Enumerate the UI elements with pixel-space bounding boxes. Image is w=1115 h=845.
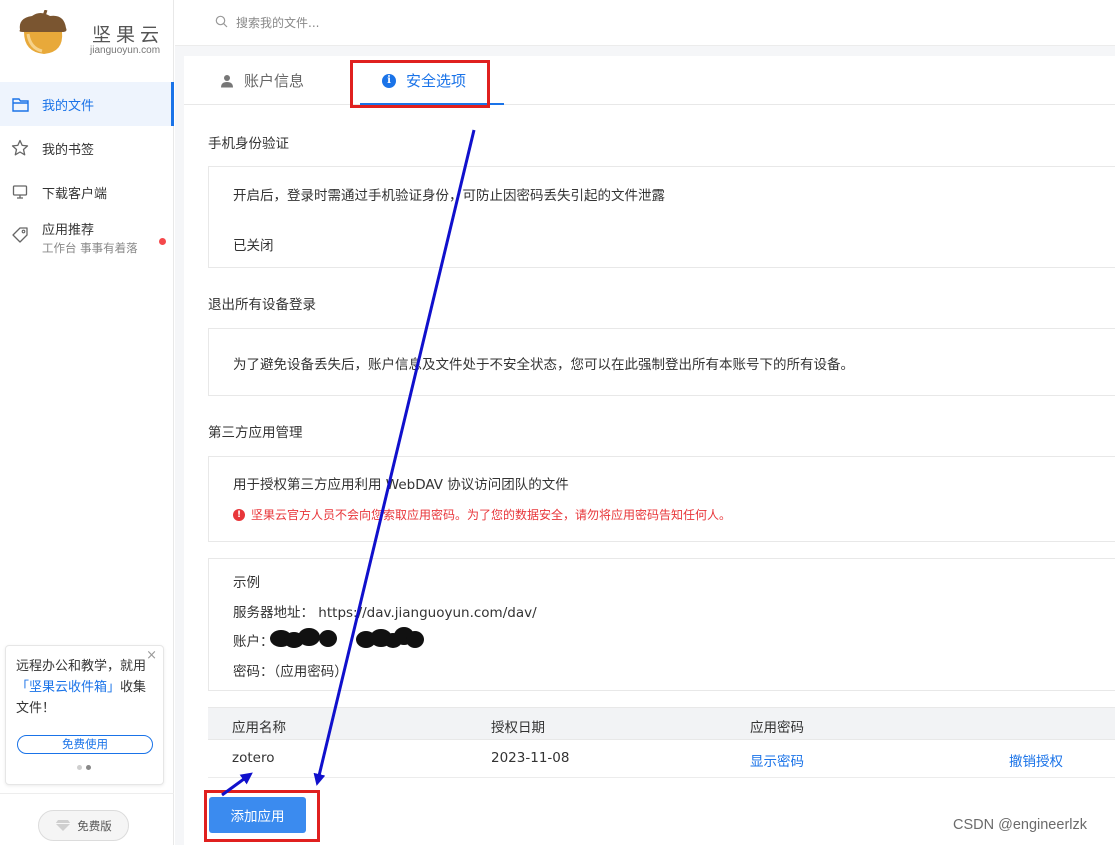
section-title-third-party: 第三方应用管理	[208, 425, 303, 441]
phone-verification-card: 开启后，登录时需通过手机验证身份，可防止因密码丢失引起的文件泄露 已关闭	[208, 166, 1115, 268]
watermark: CSDN @engineerlzk	[953, 817, 1087, 833]
carousel-dots[interactable]	[77, 765, 91, 770]
tab-bar: 账户信息 i 安全选项	[184, 56, 1115, 105]
notification-dot	[159, 238, 166, 245]
sidebar-item-label: 我的书签	[42, 142, 95, 158]
search-icon	[215, 15, 228, 31]
col-header-app-password: 应用密码	[750, 720, 804, 736]
app-name-cell: zotero	[232, 750, 275, 766]
plan-label: 免费版	[77, 818, 112, 833]
alert-icon: !	[233, 508, 245, 521]
server-address-row: 服务器地址： https://dav.jianguoyun.com/dav/	[233, 605, 537, 621]
monitor-icon	[10, 182, 30, 202]
tab-account-info[interactable]: 账户信息	[220, 70, 304, 91]
promo-text: 远程办公和教学，就用「坚果云收件箱」收集文件！	[16, 659, 147, 716]
sidebar-item-label: 应用推荐	[42, 223, 95, 238]
server-address-value: https://dav.jianguoyun.com/dav/	[318, 605, 537, 621]
section-title-logout-all: 退出所有设备登录	[208, 297, 316, 313]
example-title: 示例	[233, 575, 260, 591]
col-header-auth-date: 授权日期	[491, 720, 545, 736]
free-use-button[interactable]: 免费使用	[17, 735, 153, 754]
sidebar-item-sublabel: 工作台 事事有着落	[42, 241, 138, 255]
top-bar: 搜索我的文件...	[175, 0, 1115, 46]
logo-text: 坚果云	[92, 24, 165, 46]
security-warning: ! 坚果云官方人员不会向您索取应用密码。为了您的数据安全，请勿将应用密码告知任何…	[233, 506, 731, 523]
plan-button[interactable]: 免费版	[38, 810, 129, 841]
logout-all-desc: 为了避免设备丢失后，账户信息及文件处于不安全状态，您可以在此强制登出所有本账号下…	[233, 357, 854, 373]
sidebar-nav: 我的文件 我的书签 下载客户端 应用推荐 工作台 事事有着落	[0, 82, 174, 264]
diamond-icon	[55, 819, 71, 832]
phone-status: 已关闭	[233, 238, 274, 254]
sidebar-item-label: 我的文件	[42, 98, 95, 114]
sidebar-item-app-recommend[interactable]: 应用推荐 工作台 事事有着落	[0, 214, 174, 264]
sidebar-item-bookmarks[interactable]: 我的书签	[0, 126, 174, 170]
sidebar-footer: 免费版	[0, 793, 174, 845]
sidebar-item-label: 下载客户端	[42, 186, 108, 202]
search-input[interactable]: 搜索我的文件...	[236, 14, 319, 31]
logout-all-card[interactable]: 为了避免设备丢失后，账户信息及文件处于不安全状态，您可以在此强制登出所有本账号下…	[208, 328, 1115, 396]
tab-label: 账户信息	[244, 72, 305, 90]
sidebar-item-my-files[interactable]: 我的文件	[0, 82, 174, 126]
show-password-link[interactable]: 显示密码	[750, 750, 804, 770]
user-icon	[220, 74, 234, 88]
folder-icon	[10, 94, 30, 114]
sidebar: 坚果云 jianguoyun.com 我的文件 我的书签 下载客户端 应用推荐 …	[0, 0, 174, 845]
phone-desc: 开启后，登录时需通过手机验证身份，可防止因密码丢失引起的文件泄露	[233, 188, 665, 204]
main-panel: 账户信息 i 安全选项 手机身份验证 开启后，登录时需通过手机验证身份，可防止因…	[184, 56, 1115, 845]
promo-highlight: 「坚果云收件箱」	[16, 680, 121, 695]
logo[interactable]: 坚果云 jianguoyun.com	[14, 9, 165, 56]
promo-card: × 远程办公和教学，就用「坚果云收件箱」收集文件！ 免费使用	[5, 645, 164, 785]
auth-date-cell: 2023-11-08	[491, 750, 570, 766]
annotation-box-security-tab	[350, 60, 490, 108]
example-card: 示例 服务器地址： https://dav.jianguoyun.com/dav…	[208, 558, 1115, 691]
col-header-app-name: 应用名称	[232, 720, 286, 736]
sidebar-item-download-client[interactable]: 下载客户端	[0, 170, 174, 214]
annotation-box-add-app	[204, 790, 320, 842]
revoke-authorization-link[interactable]: 撤销授权	[1009, 750, 1063, 770]
star-icon	[10, 138, 30, 158]
search-box[interactable]: 搜索我的文件...	[215, 14, 319, 31]
logo-domain: jianguoyun.com	[90, 45, 161, 56]
account-row: 账户：	[233, 634, 274, 650]
password-row: 密码：（应用密码）	[233, 664, 348, 680]
apps-table-header: 应用名称 授权日期 应用密码	[208, 707, 1115, 740]
third-party-desc: 用于授权第三方应用利用 WebDAV 协议访问团队的文件	[233, 477, 569, 493]
table-row: zotero 2023-11-08 显示密码 撤销授权	[208, 740, 1115, 778]
section-title-phone: 手机身份验证	[208, 136, 289, 152]
acorn-logo-icon	[19, 9, 67, 54]
third-party-desc-card: 用于授权第三方应用利用 WebDAV 协议访问团队的文件 ! 坚果云官方人员不会…	[208, 456, 1115, 542]
tag-icon	[10, 225, 30, 245]
